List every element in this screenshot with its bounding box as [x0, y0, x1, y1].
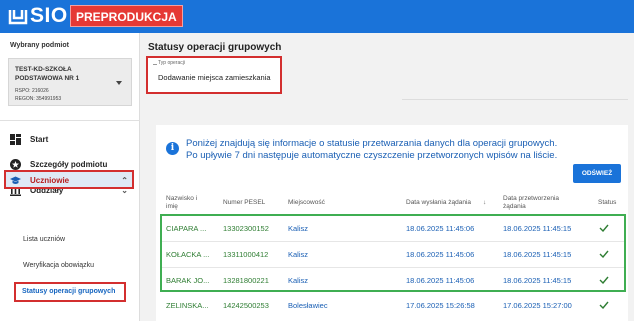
check-icon [599, 301, 609, 309]
environment-badge: PREPRODUKCJA [70, 5, 183, 27]
logo-icon [8, 10, 28, 25]
row-1-city: Kalisz [288, 224, 309, 233]
row-2-name: KOŁACKA ... [166, 250, 210, 259]
row-3-name: BARAK JO... [166, 276, 210, 285]
sidebar-item-label: Uczniowie [30, 175, 70, 185]
row-4-processed: 17.06.2025 15:27:00 [503, 301, 572, 310]
operation-type-select[interactable]: Typ operacji Dodawanie miejsca zamieszka… [146, 56, 282, 94]
sidebar-subitem-obligation-verification[interactable]: Weryfikacja obowiązku [23, 262, 94, 269]
school-name: TEST-KD-SZKOŁA PODSTAWOWA NR 1 [15, 66, 80, 82]
row-1-processed: 18.06.2025 11:45:15 [503, 224, 572, 233]
row-4-pesel: 14242500253 [223, 301, 269, 310]
column-header-pesel[interactable]: Numer PESEL [223, 199, 265, 207]
column-header-processed-date[interactable]: Data przetworzenia żądania [503, 195, 573, 211]
check-icon [599, 250, 609, 258]
sidebar-item-start[interactable]: Start [10, 131, 48, 147]
sidebar-subitem-group-operations-status[interactable]: Statusy operacji grupowych [14, 282, 126, 302]
row-divider [162, 267, 624, 268]
row-divider [162, 241, 624, 242]
row-3-pesel: 13281800221 [223, 276, 269, 285]
row-3-sent: 18.06.2025 11:45:06 [406, 276, 475, 285]
sidebar-item-label: Start [30, 134, 49, 144]
check-icon [599, 224, 609, 232]
row-2-sent: 18.06.2025 11:45:06 [406, 250, 475, 259]
info-text-line2: Po upływie 7 dni następuje automatyczne … [186, 150, 558, 161]
dashboard-icon [10, 133, 21, 145]
logo-text: SIO [30, 4, 68, 27]
top-bar: SIO PREPRODUKCJA [0, 0, 634, 33]
info-icon: i [166, 142, 179, 155]
column-header-sent-date[interactable]: Data wysłania żądania [406, 199, 471, 207]
refresh-button[interactable]: ODŚWIEŻ [573, 164, 621, 183]
header-divider [402, 99, 628, 100]
row-2-city: Kalisz [288, 250, 309, 259]
operation-type-value: Dodawanie miejsca zamieszkania [158, 73, 271, 82]
field-notch [153, 64, 157, 65]
page-title: Statusy operacji grupowych [148, 42, 282, 53]
row-4-city: Bolesławiec [288, 301, 328, 310]
caret-down-icon [116, 81, 122, 85]
row-2-pesel: 13311000412 [223, 250, 269, 259]
sidebar-item-students-content[interactable]: Uczniowie ⌃ [10, 172, 130, 188]
sidebar-item-label: Szczegóły podmiotu [30, 159, 108, 169]
star-icon [10, 158, 21, 170]
sort-arrow-icon[interactable]: ↓ [483, 199, 486, 207]
school-regon: REGON: 354991953 [15, 96, 62, 102]
check-icon [599, 276, 609, 284]
info-text-line1: Poniżej znajdują się informacje o status… [186, 138, 558, 149]
selected-entity-heading: Wybrany podmiot [10, 42, 69, 49]
row-1-sent: 18.06.2025 11:45:06 [406, 224, 475, 233]
column-header-status[interactable]: Status [598, 199, 616, 207]
sidebar-divider [0, 120, 140, 121]
column-header-name[interactable]: Nazwisko i imię [166, 195, 206, 211]
operation-type-label: Typ operacji [158, 60, 185, 66]
school-rspo: RSPO: 216026 [15, 88, 49, 94]
row-1-pesel: 13302300152 [223, 224, 269, 233]
row-3-city: Kalisz [288, 276, 309, 285]
row-1-name: CIAPARA ... [166, 224, 207, 233]
graduation-cap-icon [10, 176, 21, 184]
entity-selector[interactable]: TEST-KD-SZKOŁA PODSTAWOWA NR 1 RSPO: 216… [8, 58, 132, 106]
row-3-processed: 18.06.2025 11:45:15 [503, 276, 572, 285]
row-2-processed: 18.06.2025 11:45:15 [503, 250, 572, 259]
app-logo[interactable]: SIO [8, 4, 68, 27]
chevron-up-icon: ⌃ [121, 175, 128, 185]
column-header-city[interactable]: Miejscowość [288, 199, 325, 207]
row-4-name: ZELINSKA... [166, 301, 209, 310]
sidebar-subitem-label: Statusy operacji grupowych [22, 288, 116, 295]
row-4-sent: 17.06.2025 15:26:58 [406, 301, 475, 310]
sidebar-subitem-student-list[interactable]: Lista uczniów [23, 236, 65, 243]
